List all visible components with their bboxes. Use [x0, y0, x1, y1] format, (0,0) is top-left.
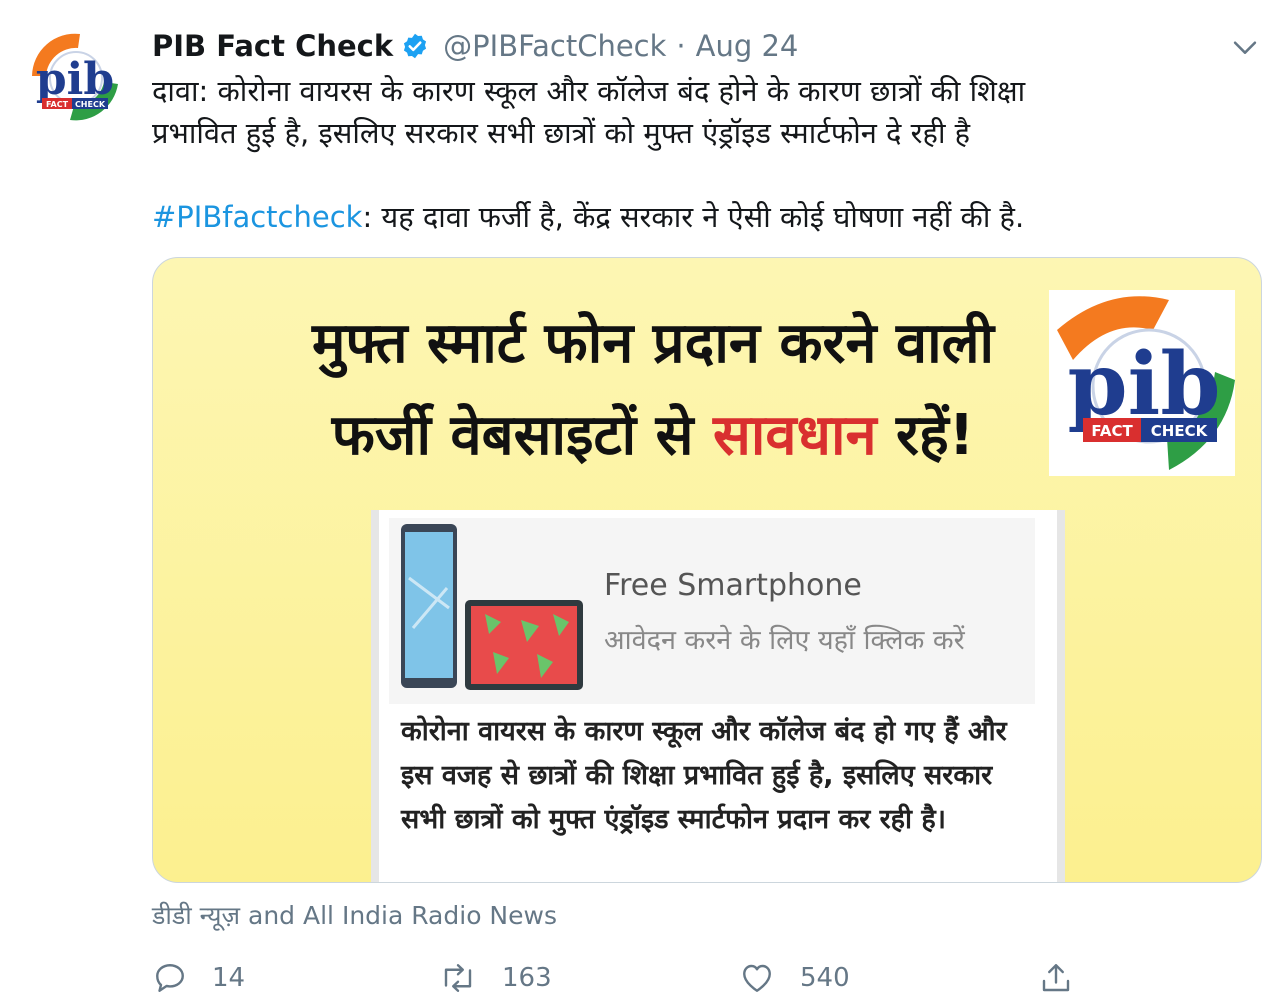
avatar-tag-right: CHECK — [75, 100, 106, 109]
card-headline-line2-end: रहें! — [876, 403, 975, 468]
tweet-claim-line2: प्रभावित हुई है, इसलिए सरकार सभी छात्रों… — [152, 116, 971, 150]
ad-subtitle: आवेदन करने के लिए यहाँ क्लिक करें — [604, 625, 965, 656]
tweet-media-card[interactable]: मुफ्त स्मार्ट फोन प्रदान करने वाली फर्जी… — [152, 257, 1262, 883]
reply-icon — [152, 960, 188, 996]
card-logo-tag-left: FACT — [1091, 422, 1133, 440]
avatar-tag-left: FACT — [46, 100, 69, 109]
card-headline-line1: मुफ्त स्मार्ट फोन प्रदान करने वाली — [311, 311, 995, 376]
card-pib-logo: pib FACT CHECK — [1049, 290, 1235, 476]
tweet-text: दावा: कोरोना वायरस के कारण स्कूल और कॉले… — [152, 70, 1242, 238]
card-headline-line2: फर्जी वेबसाइटों से सावधान रहें! — [213, 390, 1093, 482]
tweet-verdict: : यह दावा फर्जी है, केंद्र सरकार ने ऐसी … — [362, 200, 1025, 234]
card-headline-warning: सावधान — [713, 403, 877, 468]
tweet-date[interactable]: Aug 24 — [696, 29, 799, 63]
media-attribution[interactable]: डीडी न्यूज़ and All India Radio News — [152, 898, 557, 932]
tweet-claim-line1: दावा: कोरोना वायरस के कारण स्कूल और कॉले… — [152, 74, 1026, 108]
reply-button[interactable]: 14 — [152, 955, 245, 1001]
card-headline: मुफ्त स्मार्ट फोन प्रदान करने वाली फर्जी… — [213, 298, 1093, 482]
hashtag-link[interactable]: #PIBfactcheck — [152, 200, 362, 234]
fake-message-text: कोरोना वायरस के कारण स्कूल और कॉलेज बंद … — [401, 716, 1007, 835]
retweet-icon — [438, 960, 478, 996]
avatar-logo-text: pib — [36, 54, 114, 105]
like-button[interactable]: 540 — [738, 955, 850, 1001]
retweet-button[interactable]: 163 — [438, 955, 552, 1001]
share-icon — [1038, 960, 1074, 996]
fake-ad-banner: Free Smartphone आवेदन करने के लिए यहाँ क… — [389, 518, 1035, 704]
retweet-count: 163 — [502, 963, 552, 993]
header-separator: · — [676, 29, 686, 63]
share-button[interactable] — [1038, 955, 1074, 1001]
tweet-action-bar: 14 163 540 — [152, 955, 1112, 1001]
like-count: 540 — [800, 963, 850, 993]
author-avatar[interactable]: pib FACT CHECK — [22, 24, 128, 130]
tweet-header: PIB Fact Check @PIBFactCheck · Aug 24 — [152, 26, 798, 66]
card-headline-line2-start: फर्जी वेबसाइटों से — [331, 403, 714, 468]
fake-website-screenshot: Free Smartphone आवेदन करने के लिए यहाँ क… — [371, 510, 1065, 882]
card-logo-tag-right: CHECK — [1151, 422, 1209, 440]
reply-count: 14 — [212, 963, 246, 993]
chevron-down-icon[interactable] — [1228, 30, 1262, 64]
author-handle[interactable]: @PIBFactCheck — [443, 29, 666, 63]
author-name[interactable]: PIB Fact Check — [152, 29, 393, 63]
like-icon — [738, 960, 776, 996]
pib-fact-check-logo: pib FACT CHECK — [23, 25, 127, 129]
verified-badge-icon — [401, 32, 429, 60]
smartphone-image — [401, 524, 583, 690]
ad-title: Free Smartphone — [604, 568, 862, 603]
